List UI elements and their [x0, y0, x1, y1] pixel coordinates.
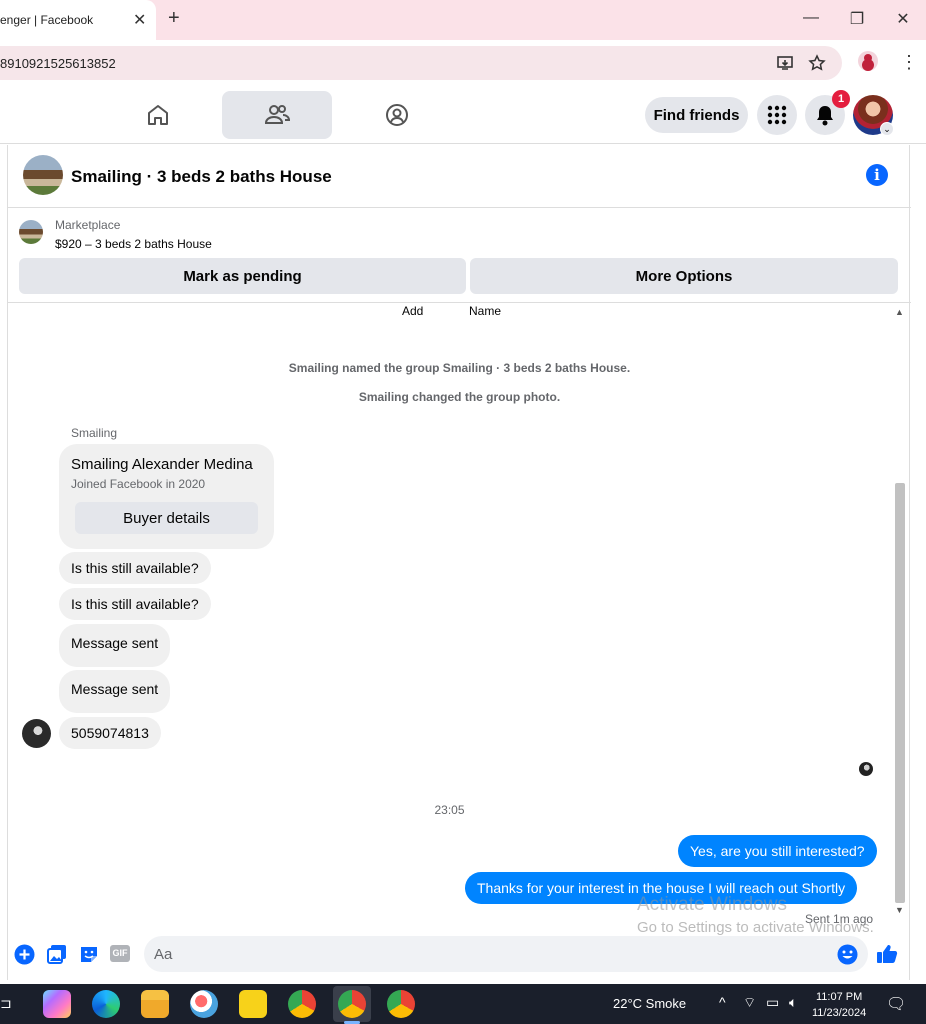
groups-icon [386, 104, 408, 126]
chrome-active-icon[interactable] [338, 990, 366, 1018]
chat-panel: Smailing · 3 beds 2 baths House i Market… [7, 145, 911, 980]
tray-overflow-icon[interactable]: ^ [719, 994, 726, 1010]
close-window-button[interactable]: ✕ [891, 9, 915, 29]
message-list: Add Name Smailing named the group Smaili… [8, 303, 911, 933]
incoming-message[interactable]: Is this still available? [59, 552, 211, 584]
browser-tab[interactable]: enger | Facebook ✕ [0, 0, 156, 40]
grid-menu-icon [767, 105, 787, 125]
browser-menu-icon[interactable]: ⋮ [900, 52, 918, 73]
friends-icon [264, 105, 291, 124]
sticker-icon [81, 947, 97, 962]
tab-title: enger | Facebook [0, 13, 94, 27]
browser-profile-icon[interactable] [858, 51, 878, 71]
sender-avatar[interactable] [22, 719, 51, 748]
message-input[interactable] [144, 936, 868, 972]
group-photo-avatar[interactable] [23, 155, 63, 195]
facebook-top-nav: Find friends 1 ⌄ [0, 86, 926, 144]
emoji-icon [837, 944, 857, 964]
menu-button[interactable] [757, 95, 797, 135]
home-icon [148, 105, 168, 125]
edge-icon[interactable] [92, 990, 120, 1018]
account-caret-icon[interactable]: ⌄ [880, 122, 894, 136]
photo-icon [47, 945, 66, 964]
find-friends-button[interactable]: Find friends [645, 97, 748, 133]
nav-tab-groups[interactable] [342, 91, 452, 139]
windows-taskbar: ⊐ 22°C Smoke ^ ⌔ ▭ 🔈︎ 11:07 PM 11/23/202… [0, 984, 926, 1024]
nav-tab-friends[interactable] [222, 91, 332, 139]
chrome-profile-a-icon[interactable] [288, 990, 316, 1018]
marketplace-banner: Marketplace $920 – 3 beds 2 baths House … [8, 208, 911, 303]
outgoing-message[interactable]: Yes, are you still interested? [678, 835, 877, 867]
more-options-button[interactable]: More Options [470, 258, 898, 294]
chat-header: Smailing · 3 beds 2 baths House i [8, 145, 911, 208]
scroll-up-icon[interactable]: ▲ [895, 307, 904, 317]
notification-badge: 1 [832, 90, 850, 108]
name-label[interactable]: Name [469, 304, 501, 318]
taskbar-clock[interactable]: 11:07 PM 11/23/2024 [812, 989, 866, 1021]
buyer-joined: Joined Facebook in 2020 [71, 477, 206, 491]
address-bar[interactable]: 8910921525613852 [0, 46, 842, 80]
install-app-icon[interactable] [776, 54, 794, 77]
task-view-icon[interactable]: ⊐ [0, 995, 14, 1023]
incoming-message[interactable]: Message sent [59, 670, 171, 713]
system-message: Smailing changed the group photo. [358, 390, 561, 404]
tab-close-icon[interactable]: ✕ [133, 10, 146, 30]
sticker-button[interactable] [78, 943, 100, 965]
minimize-button[interactable]: — [799, 9, 823, 27]
emoji-button[interactable] [836, 943, 858, 965]
message-timestamp: 23:05 [434, 803, 465, 817]
scroll-down-icon[interactable]: ▼ [895, 905, 904, 915]
system-message: Smailing named the group Smailing · 3 be… [288, 361, 631, 375]
bookmark-star-icon[interactable] [808, 54, 826, 77]
mark-as-pending-button[interactable]: Mark as pending [19, 258, 466, 294]
sticky-notes-icon[interactable] [239, 990, 267, 1018]
add-label[interactable]: Add [402, 304, 423, 318]
buyer-details-button[interactable]: Buyer details [75, 502, 258, 534]
nav-tab-home[interactable] [103, 91, 213, 139]
speaker-icon[interactable]: 🔈︎ [789, 994, 797, 1011]
notification-icon[interactable]: 🗨︎ [886, 994, 906, 1014]
incoming-message[interactable]: 5059074813 [59, 717, 161, 749]
attach-photo-button[interactable] [46, 943, 68, 965]
buyer-name: Smailing Alexander Medina [71, 456, 253, 473]
weather-widget[interactable]: 22°C Smoke [613, 996, 686, 1011]
plus-circle-icon [14, 944, 34, 964]
buyer-card: Smailing Alexander Medina Joined Faceboo… [59, 444, 274, 549]
chrome-profile-b-icon[interactable] [387, 990, 415, 1018]
restore-button[interactable]: ❐ [845, 9, 869, 29]
thumbs-up-icon [877, 945, 898, 963]
snip-tool-icon[interactable] [190, 990, 218, 1018]
address-row: 8910921525613852 ⋮ [0, 40, 926, 86]
gif-icon[interactable]: GIF [110, 945, 130, 962]
clock-time: 11:07 PM [815, 991, 863, 1003]
new-tab-button[interactable]: + [168, 7, 180, 30]
listing-title[interactable]: $920 – 3 beds 2 baths House [55, 237, 212, 251]
incoming-message[interactable]: Message sent [59, 624, 171, 667]
browser-tab-bar: enger | Facebook ✕ + — ❐ ✕ [0, 0, 926, 40]
power-icon[interactable]: ▭ [766, 994, 779, 1011]
message-composer: GIF [0, 933, 910, 977]
info-icon[interactable]: i [866, 164, 888, 186]
like-button[interactable] [876, 943, 898, 965]
incoming-message[interactable]: Is this still available? [59, 588, 211, 620]
more-actions-button[interactable] [13, 943, 35, 965]
url-text[interactable]: 8910921525613852 [0, 56, 116, 71]
marketplace-label: Marketplace [55, 218, 121, 232]
activate-windows-watermark: Activate Windows [637, 894, 787, 915]
bell-icon [817, 106, 833, 126]
copilot-icon[interactable] [43, 990, 71, 1018]
chat-title[interactable]: Smailing · 3 beds 2 baths House [71, 167, 332, 187]
message-scrollbar[interactable]: ▲ ▼ [892, 305, 908, 915]
listing-thumbnail[interactable] [19, 220, 43, 244]
sender-name: Smailing [71, 426, 118, 440]
wifi-icon[interactable]: ⌔ [743, 994, 756, 1012]
file-explorer-icon[interactable] [141, 990, 169, 1018]
scrollbar-thumb[interactable] [895, 483, 905, 903]
seen-indicator-avatar [859, 762, 873, 776]
clock-date: 11/23/2024 [812, 1007, 867, 1019]
